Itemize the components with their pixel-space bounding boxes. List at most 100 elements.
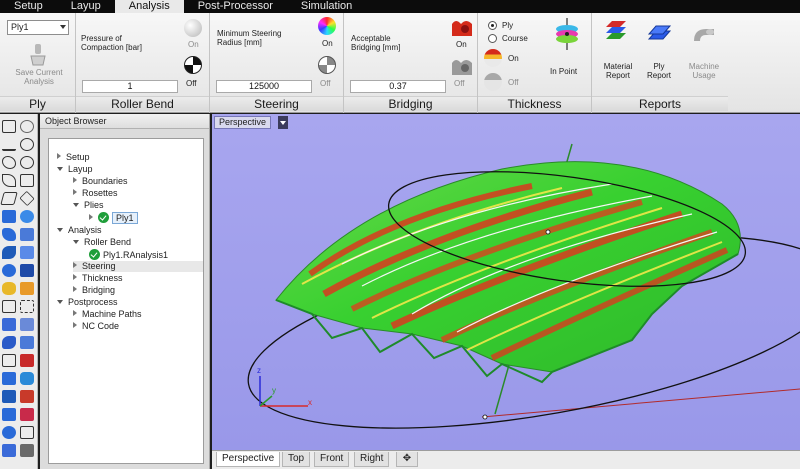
ply-report-button[interactable]: Ply Report — [644, 62, 674, 80]
collapse-icon[interactable] — [57, 300, 63, 304]
patch-tool-icon[interactable] — [20, 264, 34, 277]
tree-node-analysis[interactable]: Analysis — [57, 225, 102, 236]
tab-setup[interactable]: Setup — [0, 0, 57, 13]
machine-usage-icon[interactable] — [690, 23, 718, 47]
collapse-icon[interactable] — [57, 228, 63, 232]
ellipse-tool-icon[interactable] — [20, 156, 34, 169]
radio-ply[interactable] — [488, 21, 497, 30]
in-point-button[interactable]: In Point — [550, 67, 577, 76]
scale-tool-icon[interactable] — [20, 426, 34, 439]
tree-node-roller-bend[interactable]: Roller Bend — [73, 237, 131, 248]
explode-tool-icon[interactable] — [2, 282, 16, 295]
array-tool-icon[interactable] — [2, 372, 16, 385]
expand-icon[interactable] — [73, 322, 77, 328]
add-view-tab-icon[interactable]: ✥ — [396, 452, 418, 467]
tree-node-steering[interactable]: Steering — [73, 261, 203, 272]
view-tab-top[interactable]: Top — [282, 452, 311, 467]
expand-icon[interactable] — [57, 153, 61, 159]
roller-bend-on-icon[interactable] — [184, 19, 202, 37]
radio-course[interactable] — [488, 34, 497, 43]
tree-node-thickness[interactable]: Thickness — [73, 273, 123, 284]
revolve-tool-icon[interactable] — [2, 246, 16, 259]
tab-simulation[interactable]: Simulation — [287, 0, 366, 13]
expand-icon[interactable] — [89, 214, 93, 220]
viewport-menu-dropdown[interactable] — [278, 116, 288, 129]
rectangle-tool-icon[interactable] — [20, 174, 34, 187]
tree-node-bridging[interactable]: Bridging — [73, 285, 115, 296]
steering-on-icon[interactable] — [318, 17, 336, 35]
tree-node-rosettes[interactable]: Rosettes — [73, 188, 118, 199]
view-tab-front[interactable]: Front — [314, 452, 350, 467]
tree-node-postprocess[interactable]: Postprocess — [57, 297, 118, 308]
roller-bend-off-icon[interactable] — [184, 56, 202, 74]
steering-off-icon[interactable] — [318, 56, 336, 74]
tree-node-plies[interactable]: Plies — [73, 200, 104, 211]
bridging-on-icon[interactable] — [450, 16, 474, 38]
select-tool-icon[interactable] — [2, 120, 16, 133]
view-tab-right[interactable]: Right — [354, 452, 390, 467]
arc-tool-icon[interactable] — [2, 174, 16, 187]
loft-tool-icon[interactable] — [2, 228, 16, 241]
box-tool-icon[interactable] — [20, 228, 34, 241]
fillet-tool-icon[interactable] — [20, 372, 34, 385]
bridging-input[interactable]: 0.37 — [350, 80, 446, 93]
dimension-tool-icon[interactable] — [20, 444, 34, 457]
save-current-analysis-button[interactable]: Save Current Analysis — [6, 68, 72, 86]
tab-layup[interactable]: Layup — [57, 0, 115, 13]
expand-icon[interactable] — [73, 286, 77, 292]
tree-node-layup[interactable]: Layup — [57, 164, 93, 175]
rotate-tool-icon[interactable] — [2, 426, 16, 439]
polygon-tool-icon[interactable] — [19, 190, 35, 207]
curve-tool-icon[interactable] — [2, 156, 16, 169]
expand-icon[interactable] — [73, 310, 77, 316]
circle-tool-icon[interactable] — [20, 138, 34, 151]
join-tool-icon[interactable] — [2, 318, 16, 331]
split-tool-icon[interactable] — [2, 336, 16, 349]
expand-icon[interactable] — [73, 262, 77, 268]
viewport-perspective[interactable]: z x y Perspective — [212, 114, 800, 450]
bridging-off-icon[interactable] — [450, 55, 474, 77]
ply-selector[interactable]: Ply1 — [7, 20, 69, 35]
in-point-icon[interactable] — [552, 16, 582, 52]
compaction-pressure-input[interactable]: 1 — [82, 80, 178, 93]
cut-tool-icon[interactable] — [20, 408, 34, 421]
line-tool-icon[interactable] — [2, 138, 16, 151]
material-report-button[interactable]: Material Report — [598, 62, 638, 80]
collapse-icon[interactable] — [73, 203, 79, 207]
point-tool-icon[interactable] — [20, 120, 34, 133]
offset-tool-icon[interactable] — [20, 336, 34, 349]
thickness-on-icon[interactable] — [484, 49, 502, 67]
ungroup-tool-icon[interactable] — [20, 300, 34, 313]
tree-node-setup[interactable]: Setup — [57, 152, 90, 163]
shell-tool-icon[interactable] — [2, 408, 16, 421]
tab-post-processor[interactable]: Post-Processor — [184, 0, 287, 13]
collapse-icon[interactable] — [73, 240, 79, 244]
expand-icon[interactable] — [73, 274, 77, 280]
tree-node-ply1-analysis[interactable]: Ply1.RAnalysis1 — [89, 249, 168, 261]
expand-icon[interactable] — [73, 177, 77, 183]
trim-tool-icon[interactable] — [20, 318, 34, 331]
viewport-title[interactable]: Perspective — [214, 116, 272, 129]
polyline-tool-icon[interactable] — [0, 192, 18, 205]
ply-report-icon[interactable] — [646, 23, 674, 47]
machine-usage-button[interactable]: Machine Usage — [684, 62, 724, 80]
delete-tool-icon[interactable] — [20, 354, 34, 367]
cylinder-tool-icon[interactable] — [2, 264, 16, 277]
tree-node-boundaries[interactable]: Boundaries — [73, 176, 128, 187]
view-tab-perspective[interactable]: Perspective — [216, 452, 281, 467]
tree-node-nc-code[interactable]: NC Code — [73, 321, 119, 332]
boolean-tool-icon[interactable] — [20, 390, 34, 403]
tab-analysis[interactable]: Analysis — [114, 0, 184, 13]
material-report-icon[interactable] — [602, 21, 630, 47]
expand-icon[interactable] — [73, 189, 77, 195]
mirror-tool-icon[interactable] — [2, 354, 16, 367]
chamfer-tool-icon[interactable] — [2, 390, 16, 403]
extrude-tool-icon[interactable] — [20, 246, 34, 259]
tree-node-ply1[interactable]: Ply1 — [89, 212, 138, 224]
sphere-tool-icon[interactable] — [20, 210, 34, 223]
thickness-off-icon[interactable] — [484, 73, 502, 91]
collapse-icon[interactable] — [57, 167, 63, 171]
tree-node-machine-paths[interactable]: Machine Paths — [73, 309, 142, 320]
steering-radius-input[interactable]: 125000 — [216, 80, 312, 93]
surface-tool-icon[interactable] — [2, 210, 16, 223]
